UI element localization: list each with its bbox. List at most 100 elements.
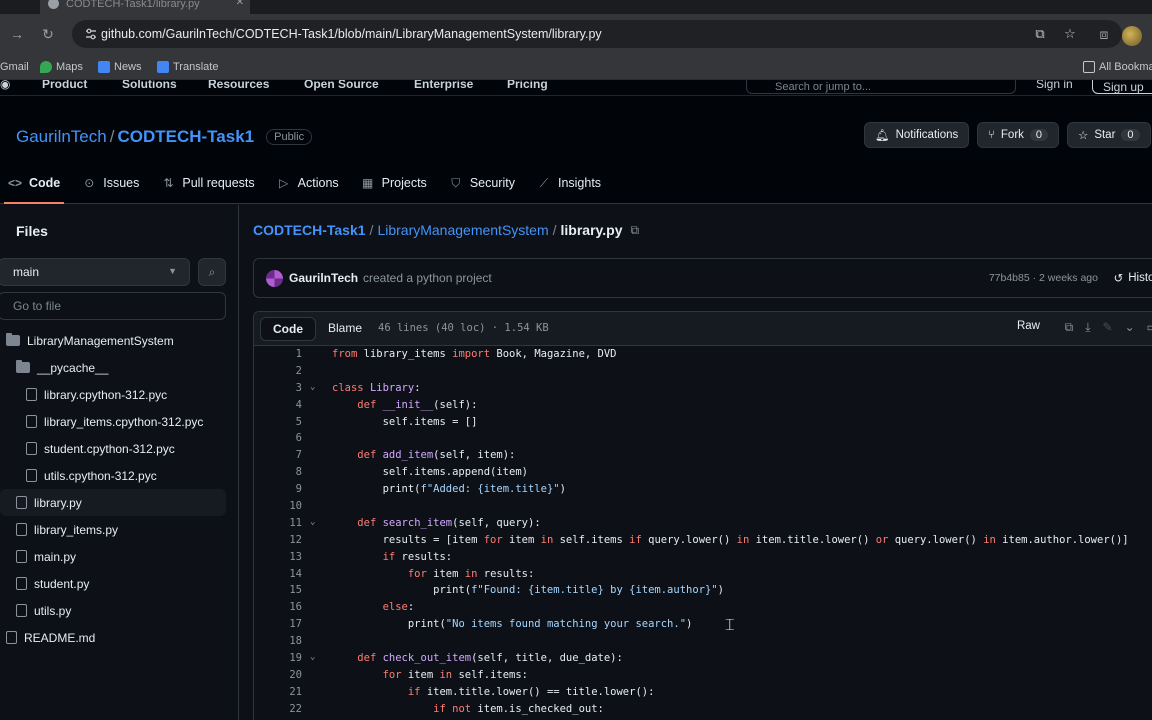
code-text: print(f"Added: {item.title}") (332, 483, 566, 496)
global-search-input[interactable]: Search or jump to... (746, 80, 1016, 94)
code-text: for item in results: (407, 567, 535, 580)
address-bar[interactable]: github.com/GaurilnTech/CODTECH-Task1/blo… (72, 20, 1122, 48)
line-number[interactable]: 18 (254, 635, 302, 647)
line-number[interactable]: 2 (254, 365, 302, 377)
extensions-icon[interactable]: ⧈ (1095, 25, 1113, 43)
reload-icon[interactable]: ↻ (39, 25, 57, 43)
tab-code[interactable]: <> Code (0, 168, 68, 204)
menu-enterprise[interactable]: Enterprise (414, 80, 473, 91)
line-number[interactable]: 7 (254, 449, 302, 461)
tree-file[interactable]: library.cpython-312.pyc (0, 381, 238, 408)
tree-file[interactable]: utils.py (0, 597, 238, 624)
file-icon (16, 604, 27, 617)
tree-file[interactable]: library_items.cpython-312.pyc (0, 408, 238, 435)
download-icon[interactable]: ⤓ (1085, 320, 1090, 335)
star-button[interactable]: ☆ Star 0 (1067, 122, 1151, 148)
breadcrumb-repo[interactable]: CODTECH-Task1 (253, 222, 366, 238)
all-bookmarks[interactable]: All Bookma (1083, 61, 1152, 73)
commit-meta[interactable]: 77b4b85 · 2 weeks ago (989, 272, 1098, 284)
commit-author[interactable]: GaurilnTech (289, 271, 358, 285)
code-line: 12 results = [item for item in self.item… (254, 533, 1152, 550)
tree-file[interactable]: student.py (0, 570, 238, 597)
fold-chevron-icon[interactable]: ⌄ (310, 517, 315, 527)
sign-up-button[interactable]: Sign up (1092, 80, 1152, 94)
fold-chevron-icon[interactable]: ⌄ (310, 652, 315, 662)
fold-chevron-icon[interactable]: ⌄ (310, 382, 315, 392)
bookmark-news[interactable]: News (98, 61, 142, 73)
breadcrumb-folder[interactable]: LibraryManagementSystem (377, 222, 548, 238)
line-number[interactable]: 10 (254, 500, 302, 512)
tab-security[interactable]: ⛉ Security (441, 168, 523, 198)
edit-pencil-icon[interactable]: ✎ (1103, 320, 1113, 335)
bookmark-star-icon[interactable]: ☆ (1062, 26, 1078, 42)
tab-projects[interactable]: ▦ Projects (353, 168, 435, 198)
line-number[interactable]: 8 (254, 466, 302, 478)
tree-folder[interactable]: LibraryManagementSystem (0, 327, 238, 354)
line-number[interactable]: 11 (254, 517, 302, 529)
symbols-panel-icon[interactable]: ▭ (1147, 320, 1152, 335)
tree-folder[interactable]: __pycache__ (0, 354, 238, 381)
site-info-icon[interactable] (84, 27, 98, 41)
copy-raw-icon[interactable]: ⧉ (1065, 320, 1074, 335)
history-button[interactable]: ↺ History (1114, 271, 1152, 285)
forward-arrow-icon[interactable]: → (8, 25, 26, 43)
notifications-button[interactable]: 🔔︎ Notifications (864, 122, 970, 148)
line-number[interactable]: 21 (254, 686, 302, 698)
raw-button[interactable]: Raw (1017, 320, 1040, 332)
line-number[interactable]: 9 (254, 483, 302, 495)
code-tab-button[interactable]: Code (260, 317, 316, 341)
tab-label: Pull requests (182, 176, 255, 190)
line-number[interactable]: 5 (254, 416, 302, 428)
commit-message[interactable]: created a python project (363, 271, 492, 285)
branch-selector[interactable]: main ▼ (0, 258, 190, 286)
tree-file[interactable]: utils.cpython-312.pyc (0, 462, 238, 489)
line-number[interactable]: 3 (254, 382, 302, 394)
tab-actions[interactable]: ▷ Actions (269, 168, 347, 198)
line-number[interactable]: 15 (254, 584, 302, 596)
line-number[interactable]: 20 (254, 669, 302, 681)
bookmark-translate[interactable]: Translate (157, 61, 218, 73)
line-number[interactable]: 12 (254, 534, 302, 546)
line-number[interactable]: 13 (254, 551, 302, 563)
tree-item-label: __pycache__ (37, 360, 109, 375)
tab-issues[interactable]: ⊙ Issues (74, 168, 147, 198)
tab-pull-requests[interactable]: ⇅ Pull requests (153, 168, 262, 198)
tab-label: Security (469, 176, 515, 190)
tab-insights[interactable]: ⟋ Insights (529, 168, 609, 198)
line-number[interactable]: 14 (254, 568, 302, 580)
line-number[interactable]: 16 (254, 601, 302, 613)
search-icon[interactable]: ⌕ (198, 258, 226, 286)
author-avatar[interactable] (266, 270, 283, 287)
menu-pricing[interactable]: Pricing (507, 80, 548, 91)
copy-path-icon[interactable]: ⧉ (631, 223, 640, 238)
line-number[interactable]: 19 (254, 652, 302, 664)
fork-button[interactable]: ⑂ Fork 0 (977, 122, 1060, 148)
menu-product[interactable]: Product (42, 80, 87, 91)
tree-file[interactable]: README.md (0, 624, 238, 651)
bookmark-gmail[interactable]: Gmail (0, 61, 29, 73)
tree-file[interactable]: main.py (0, 543, 238, 570)
line-number[interactable]: 1 (254, 348, 302, 360)
tree-file[interactable]: library_items.py (0, 516, 238, 543)
blame-tab-button[interactable]: Blame (316, 317, 374, 341)
repo-name-link[interactable]: CODTECH-Task1 (117, 127, 254, 147)
line-number[interactable]: 6 (254, 432, 302, 444)
sign-in-link[interactable]: Sign in (1036, 80, 1073, 91)
repo-owner-link[interactable]: GaurilnTech (16, 127, 107, 147)
line-number[interactable]: 22 (254, 703, 302, 715)
tree-file[interactable]: student.cpython-312.pyc (0, 435, 238, 462)
chevron-down-icon[interactable]: ⌄ (1125, 320, 1135, 335)
close-icon[interactable]: ✕ (236, 0, 244, 8)
menu-solutions[interactable]: Solutions (122, 80, 177, 91)
tree-file[interactable]: library.py (0, 489, 226, 516)
line-number[interactable]: 4 (254, 399, 302, 411)
install-app-icon[interactable]: ⧉ (1032, 26, 1048, 42)
profile-avatar[interactable] (1122, 26, 1142, 46)
browser-tab[interactable]: CODTECH-Task1/library.py ✕ (40, 0, 250, 14)
github-logo-icon[interactable]: ◉ (0, 80, 10, 91)
line-number[interactable]: 17 (254, 618, 302, 630)
go-to-file-input[interactable]: Go to file (0, 292, 226, 320)
menu-resources[interactable]: Resources (208, 80, 269, 91)
bookmark-maps[interactable]: Maps (40, 61, 83, 73)
menu-open-source[interactable]: Open Source (304, 80, 379, 91)
